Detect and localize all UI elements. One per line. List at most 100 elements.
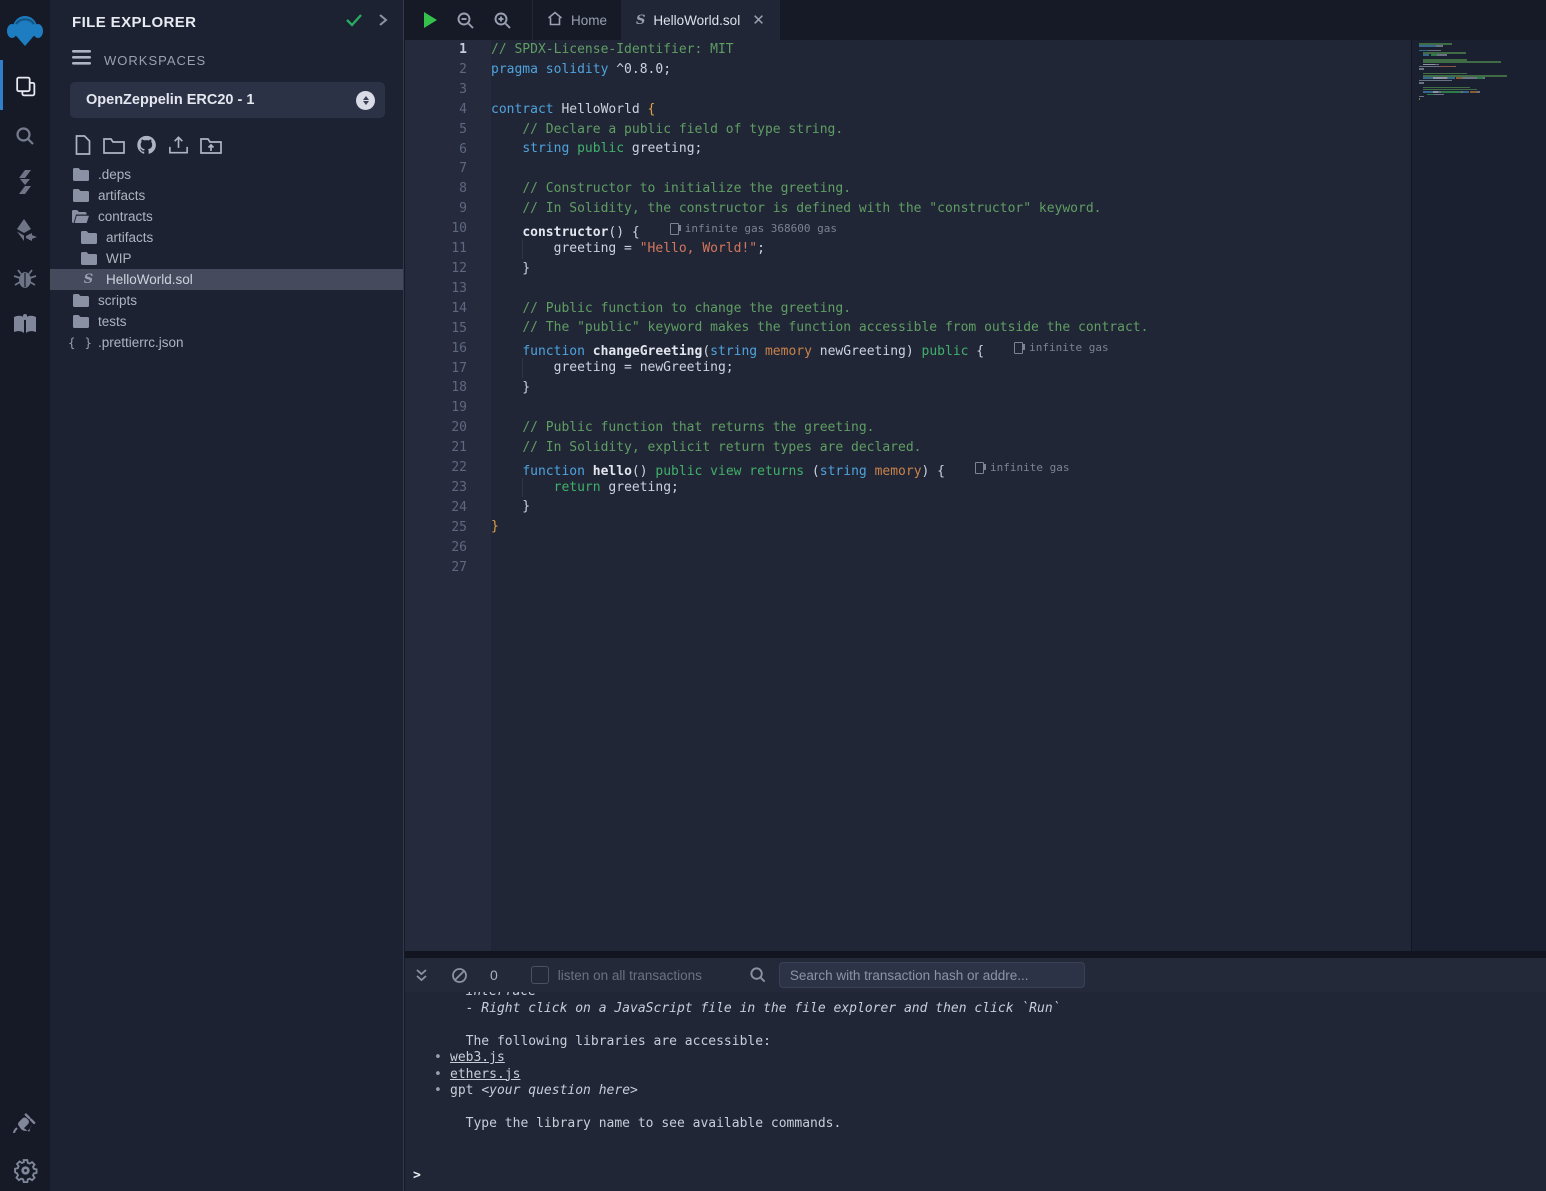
file-explorer-panel: FILE EXPLORER WORKSPACES OpenZeppelin ER… [50,0,404,1191]
code-line: } [491,378,1411,398]
code-line: string public greeting; [491,139,1411,159]
editor-region: Home S HelloWorld.sol ✕ 1234567891011121… [405,0,1546,951]
solidity-compiler-icon[interactable] [0,162,50,202]
new-file-icon[interactable] [72,134,93,156]
terminal-line: The following libraries are accessible: [405,1034,1546,1051]
folder-icon [72,168,89,181]
folder-icon [72,189,89,202]
home-icon [547,11,563,29]
editor-tabbar: Home S HelloWorld.sol ✕ [405,0,1546,40]
code-line: greeting = "Hello, World!"; [491,239,1411,259]
code-line: function hello() public view returns (st… [491,458,1411,478]
workspace-caret-icon [356,91,375,110]
clear-console-icon[interactable] [451,967,468,984]
code-line: function changeGreeting(string memory ne… [491,338,1411,358]
gas-estimate-badge: infinite gas 368600 gas [670,219,837,239]
tree-item-deps[interactable]: .deps [50,164,403,185]
tree-item-wip[interactable]: WIP [50,248,403,269]
solidity-file-icon: S [80,273,97,286]
move-panel-chevron-icon[interactable] [377,13,389,32]
terminal-prompt[interactable]: > [405,1168,1546,1185]
terminal-line: •ethers.js [405,1067,1546,1084]
library-link[interactable]: ethers.js [450,1067,520,1082]
terminal-line: - Right click on a JavaScript file in th… [405,1001,1546,1018]
listen-transactions-checkbox[interactable] [531,966,549,984]
deploy-run-icon[interactable] [0,210,50,250]
gas-pump-icon [670,223,679,235]
git-status-check-icon[interactable] [345,13,363,32]
file-actions [50,118,403,162]
new-folder-icon[interactable] [102,134,126,156]
minimap[interactable] [1411,40,1546,951]
gas-estimate-badge: infinite gas [1014,338,1108,358]
workspaces-menu-icon[interactable] [72,50,91,70]
folder-icon [80,252,97,265]
remix-ide-window: FILE EXPLORER WORKSPACES OpenZeppelin ER… [0,0,1546,1191]
listen-transactions-label: listen on all transactions [558,968,702,983]
code-editor[interactable]: 1234567891011121314151617181920212223242… [405,40,1546,951]
terminal-toolbar: 0 listen on all transactions [405,958,1546,992]
workspace-select[interactable]: OpenZeppelin ERC20 - 1 [70,82,385,118]
workspaces-label: WORKSPACES [104,53,206,68]
upload-file-icon[interactable] [167,134,190,156]
solidity-file-icon: S [636,14,645,27]
settings-gear-icon[interactable] [0,1150,50,1190]
learneth-book-icon[interactable] [0,304,50,344]
expand-terminal-icon[interactable] [414,968,429,983]
folder-icon [72,294,89,307]
tree-item-artifacts[interactable]: artifacts [50,185,403,206]
code-line: // The "public" keyword makes the functi… [491,318,1411,338]
terminal-line [405,1100,1546,1117]
code-line: // Public function that returns the gree… [491,418,1411,438]
library-link[interactable]: web3.js [450,1050,505,1065]
code-line [491,80,1411,100]
code-line: contract HelloWorld { [491,100,1411,120]
transaction-count: 0 [490,967,498,983]
clone-github-icon[interactable] [135,134,158,156]
code-line: constructor() {infinite gas 368600 gas [491,219,1411,239]
terminal-panel: 0 listen on all transactions interface -… [405,958,1546,1191]
file-tree: .deps artifacts contracts artifacts WIP … [50,164,403,353]
code-lines: // SPDX-License-Identifier: MITpragma so… [491,40,1411,951]
plugin-manager-icon[interactable] [0,1102,50,1142]
terminal-lines: interface - Right click on a JavaScript … [405,992,1546,1133]
line-numbers: 1234567891011121314151617181920212223242… [405,40,491,951]
tree-item-contracts[interactable]: contracts [50,206,403,227]
file-explorer-icon[interactable] [0,66,50,106]
upload-folder-icon[interactable] [199,134,223,156]
debugger-icon[interactable] [0,258,50,298]
terminal-line: interface [405,992,1546,1001]
code-line: } [491,259,1411,279]
code-line [491,159,1411,179]
terminal-line: Type the library name to see available c… [405,1116,1546,1133]
tree-item-contracts-artifacts[interactable]: artifacts [50,227,403,248]
code-line: } [491,497,1411,517]
panel-title: FILE EXPLORER [72,14,331,31]
run-script-play-icon[interactable] [423,11,438,29]
tree-item-scripts[interactable]: scripts [50,290,403,311]
close-tab-icon[interactable]: ✕ [752,11,765,29]
tree-item-prettierrc[interactable]: { } .prettierrc.json [50,332,403,353]
zoom-in-icon[interactable] [493,11,512,30]
tab-home[interactable]: Home [532,0,622,40]
terminal-resize-handle[interactable] [405,951,1546,958]
code-line: pragma solidity ^0.8.0; [491,60,1411,80]
tree-item-tests[interactable]: tests [50,311,403,332]
zoom-out-icon[interactable] [456,11,475,30]
braces-icon: { } [72,337,89,349]
gas-pump-icon [975,462,984,474]
code-line: // In Solidity, explicit return types ar… [491,438,1411,458]
terminal-line: •web3.js [405,1050,1546,1067]
folder-open-icon [72,210,89,223]
terminal-output[interactable]: interface - Right click on a JavaScript … [405,992,1546,1191]
folder-icon [80,231,97,244]
code-line [491,398,1411,418]
tree-item-helloworld-sol[interactable]: S HelloWorld.sol [50,269,403,290]
search-icon[interactable] [0,116,50,156]
tab-helloworld-sol[interactable]: S HelloWorld.sol ✕ [622,0,780,40]
terminal-search-input[interactable] [779,962,1085,988]
folder-icon [72,315,89,328]
remix-logo-icon[interactable] [0,8,50,54]
code-line [491,279,1411,299]
code-line: return greeting; [491,478,1411,498]
